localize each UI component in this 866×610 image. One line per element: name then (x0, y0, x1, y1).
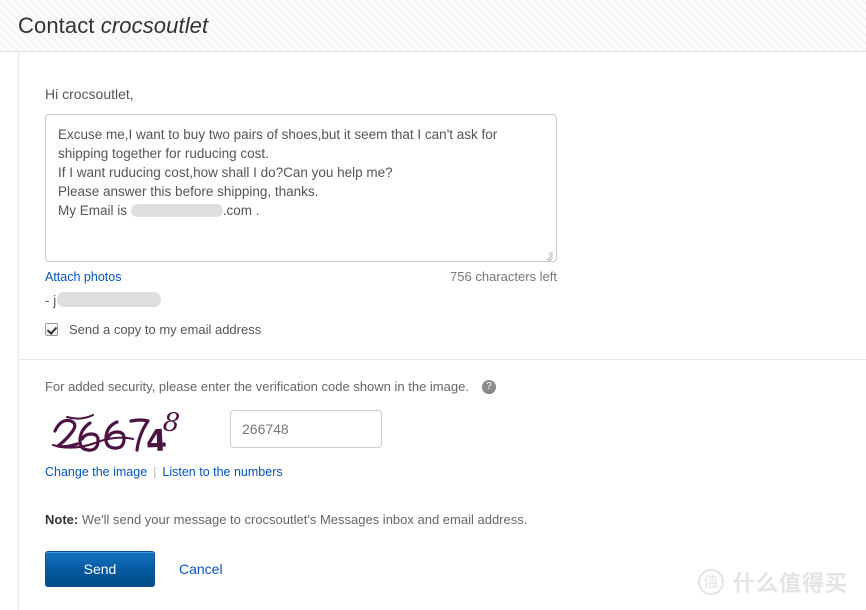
captcha-input[interactable] (230, 410, 382, 448)
message-email-suffix: .com . (222, 203, 260, 218)
page-title: Contact crocsoutlet (18, 13, 208, 39)
redacted-signature-block (57, 292, 162, 307)
send-copy-row[interactable]: Send a copy to my email address (45, 322, 866, 337)
signature-line: - j (45, 292, 866, 308)
send-button[interactable]: Send (45, 551, 155, 587)
section-divider (19, 359, 866, 360)
page-title-shop-name: crocsoutlet (100, 12, 209, 38)
link-separator: | (153, 465, 157, 479)
listen-to-the-numbers-link[interactable]: Listen to the numbers (162, 465, 282, 479)
textarea-resize-handle[interactable] (540, 245, 554, 261)
greeting-text: Hi crocsoutlet, (45, 86, 134, 102)
security-instruction-row: For added security, please enter the ver… (45, 379, 866, 394)
send-copy-checkbox[interactable] (45, 323, 58, 336)
change-the-image-link[interactable]: Change the image (45, 465, 147, 479)
svg-text:8: 8 (161, 407, 181, 439)
message-line: shipping together for ruducing cost. (58, 146, 269, 161)
cancel-link[interactable]: Cancel (179, 561, 223, 577)
captcha-links-row: Change the image | Listen to the numbers (45, 465, 866, 479)
message-email-line: My Email is .com . (58, 201, 544, 220)
textarea-footer-row: Attach photos 756 characters left (45, 269, 557, 284)
message-line: Excuse me,I want to buy two pairs of sho… (58, 127, 498, 142)
contact-form-panel: Hi crocsoutlet, Excuse me,I want to buy … (18, 53, 866, 610)
attach-photos-link[interactable]: Attach photos (45, 270, 121, 284)
form-actions: Send Cancel (45, 551, 866, 587)
message-line: If I want ruducing cost,how shall I do?C… (58, 165, 393, 180)
redacted-email-block (130, 203, 223, 217)
security-instruction-text: For added security, please enter the ver… (45, 379, 469, 394)
characters-left-counter: 756 characters left (450, 269, 557, 284)
message-email-prefix: My Email is (58, 203, 128, 218)
captcha-row: 4 8 (45, 407, 866, 459)
message-textarea[interactable]: Excuse me,I want to buy two pairs of sho… (45, 114, 557, 262)
note-text-row: Note: We'll send your message to crocsou… (45, 512, 866, 527)
note-text: We'll send your message to crocsoutlet's… (81, 512, 528, 527)
signature-prefix: - j (45, 293, 57, 308)
message-line: Please answer this before shipping, than… (58, 184, 319, 199)
note-label: Note: (45, 512, 79, 527)
captcha-image: 4 8 (45, 407, 185, 459)
page-header: Contact crocsoutlet (0, 0, 866, 52)
send-copy-label: Send a copy to my email address (69, 322, 262, 337)
page-title-prefix: Contact (18, 12, 95, 38)
help-icon[interactable]: ? (481, 379, 496, 394)
